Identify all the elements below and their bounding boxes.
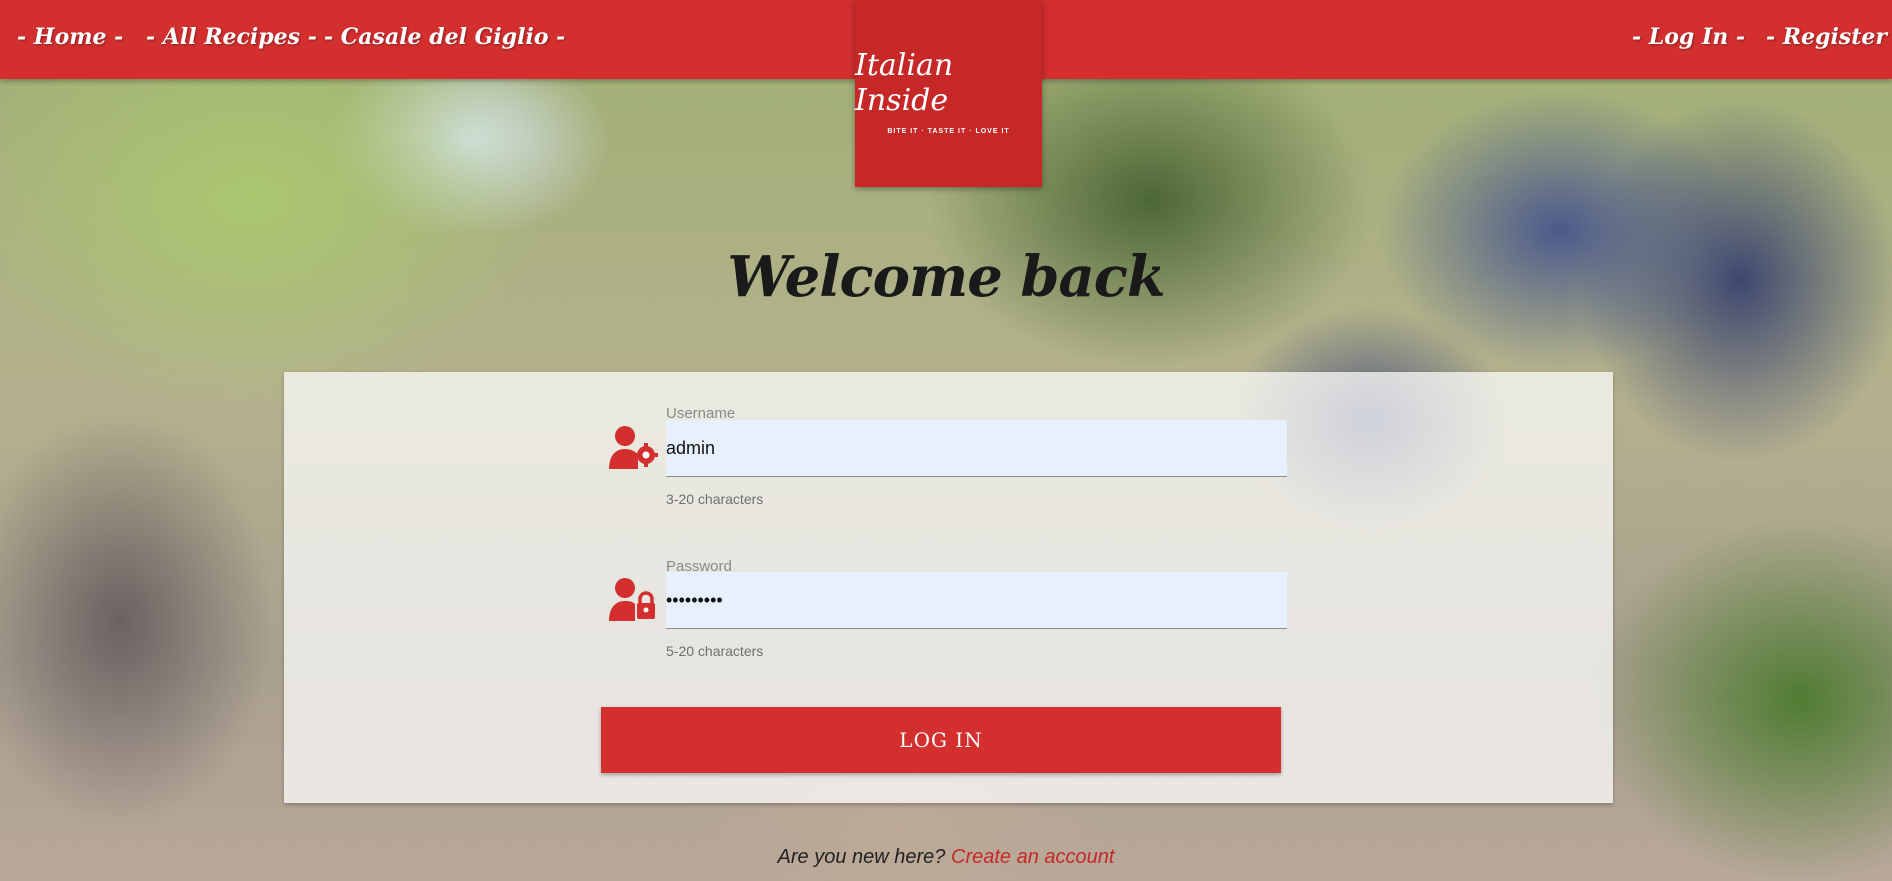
- username-helper-text: 3-20 characters: [666, 491, 764, 507]
- page-title: Welcome back: [727, 244, 1165, 310]
- nav-login-link[interactable]: - Log In -: [1632, 24, 1745, 50]
- password-input[interactable]: [666, 572, 1287, 629]
- signup-prompt: Are you new here? Create an account: [0, 846, 1892, 869]
- login-button[interactable]: LOG IN: [601, 707, 1281, 773]
- user-cog-icon: [609, 426, 658, 469]
- brand-logo[interactable]: Italian Inside BITE IT · TASTE IT · LOVE…: [855, 0, 1042, 187]
- logo-wordmark: Italian Inside: [855, 48, 954, 118]
- create-account-link[interactable]: Create an account: [951, 846, 1114, 868]
- user-lock-icon: [609, 578, 655, 621]
- password-helper-text: 5-20 characters: [666, 643, 764, 659]
- username-input[interactable]: [666, 420, 1287, 477]
- nav-home-link[interactable]: - Home -: [17, 24, 123, 50]
- nav-all-recipes-link[interactable]: - All Recipes -: [146, 24, 317, 50]
- signup-prompt-text: Are you new here?: [777, 846, 946, 868]
- nav-register-link[interactable]: - Register -: [1766, 24, 1892, 50]
- nav-casale-del-giglio-link[interactable]: - Casale del Giglio -: [324, 24, 565, 50]
- logo-tagline: BITE IT · TASTE IT · LOVE IT: [887, 128, 1010, 135]
